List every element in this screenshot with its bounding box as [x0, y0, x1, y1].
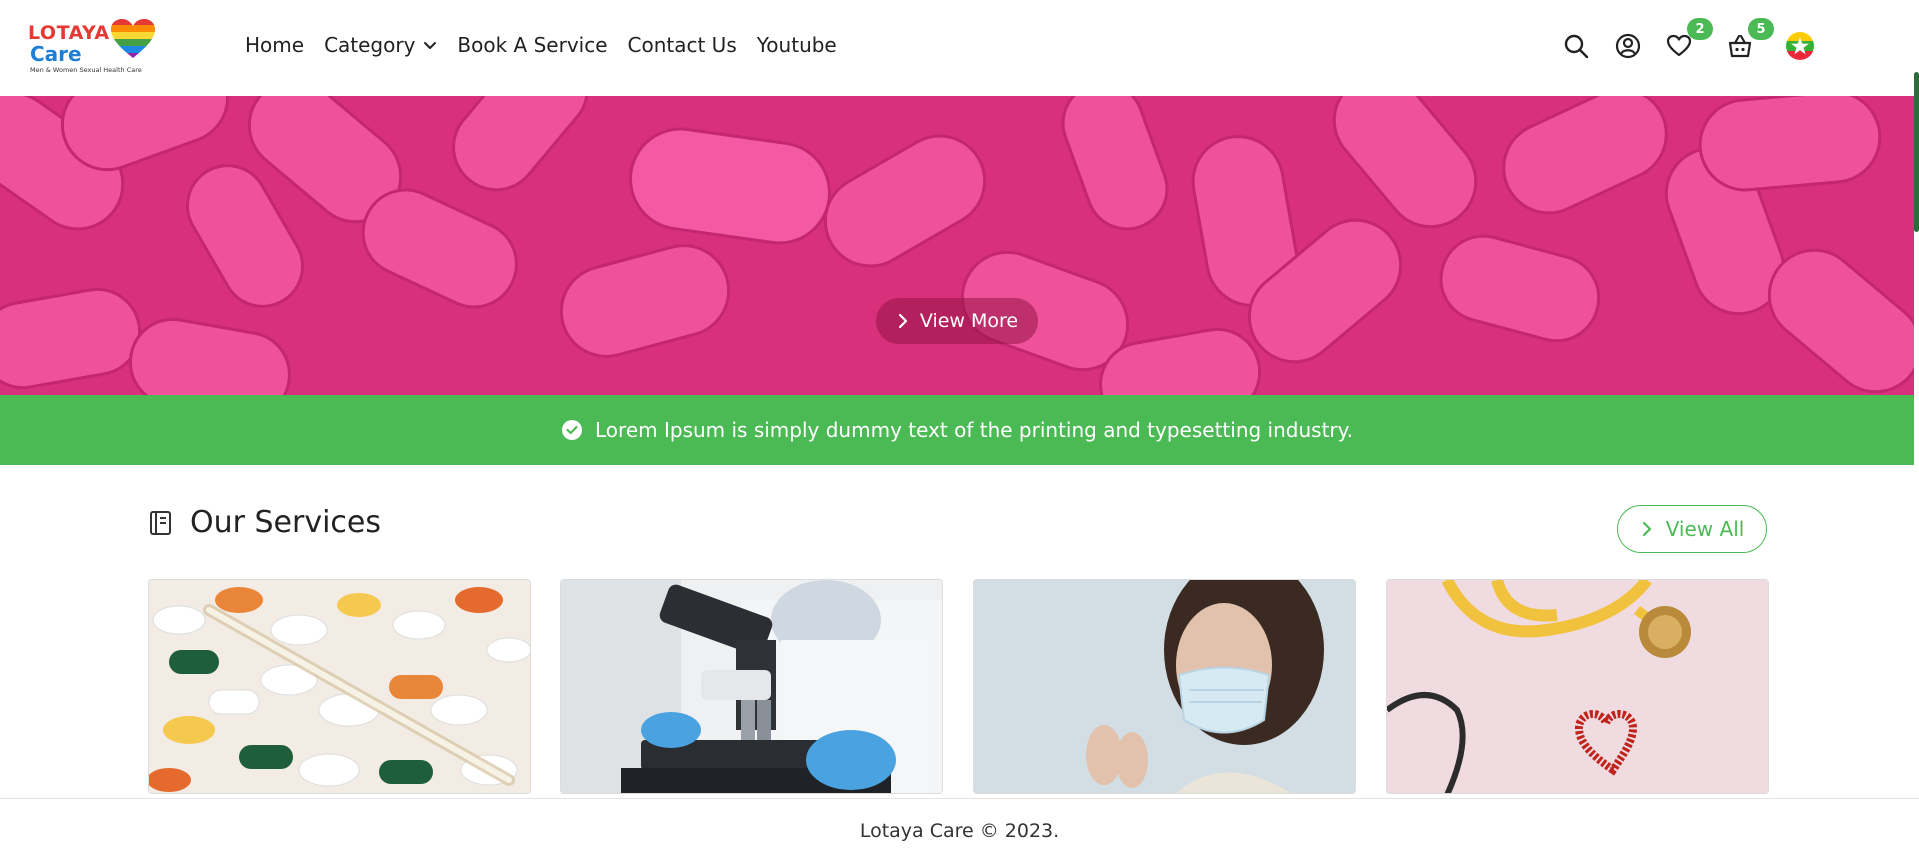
language-button[interactable] [1784, 30, 1816, 62]
nav-youtube-label: Youtube [756, 33, 837, 57]
nav-book-a-service[interactable]: Book A Service [457, 33, 607, 57]
stethoscope-heart-image [1387, 580, 1768, 793]
nav-contact-us[interactable]: Contact Us [628, 33, 737, 57]
account-icon [1615, 33, 1641, 59]
service-card[interactable] [973, 579, 1356, 794]
heart-icon [1666, 34, 1692, 57]
site-logo[interactable]: LOTAYA Care Men & Women Sexual Health Ca… [28, 18, 158, 78]
view-more-label: View More [919, 310, 1019, 332]
chevron-down-icon [424, 42, 437, 49]
nav-book-a-service-label: Book A Service [457, 33, 608, 57]
scrollbar-thumb[interactable] [1914, 72, 1919, 232]
notice-text: Lorem Ipsum is simply dummy text of the … [595, 418, 1353, 442]
nav-youtube[interactable]: Youtube [757, 33, 837, 57]
nav-category-label: Category [324, 33, 416, 57]
book-icon [150, 510, 171, 535]
site-header: LOTAYA Care Men & Women Sexual Health Ca… [0, 0, 1919, 96]
view-more-button[interactable]: View More [876, 298, 1038, 344]
chevron-right-icon [1642, 521, 1651, 537]
myanmar-flag-icon [1786, 32, 1814, 60]
services-title: Our Services [190, 505, 382, 540]
account-button[interactable] [1612, 30, 1644, 62]
basket-icon [1728, 34, 1752, 58]
service-card[interactable] [560, 579, 943, 794]
notice-bar: Lorem Ipsum is simply dummy text of the … [0, 395, 1914, 465]
services-header: Our Services [148, 505, 381, 540]
search-button[interactable] [1560, 30, 1592, 62]
site-footer: Lotaya Care © 2023. [0, 798, 1919, 863]
cart-button[interactable]: 5 [1724, 18, 1774, 62]
woman-mask-image [974, 580, 1355, 793]
view-all-button[interactable]: View All [1617, 505, 1767, 553]
wishlist-count-badge: 2 [1687, 18, 1713, 40]
nav-contact-us-label: Contact Us [627, 33, 737, 57]
rainbow-heart-icon [111, 19, 155, 58]
pills-thermometer-image [149, 580, 530, 793]
hero-banner: View More [0, 96, 1914, 395]
logo-name-line2: Care [30, 42, 82, 66]
microscope-image [561, 580, 942, 793]
nav-home-label: Home [245, 33, 305, 57]
cart-count-badge: 5 [1748, 18, 1774, 40]
nav-category[interactable]: Category [324, 33, 437, 57]
service-card[interactable] [1386, 579, 1769, 794]
check-circle-icon [562, 420, 583, 440]
chevron-right-icon [898, 313, 907, 329]
view-all-label: View All [1665, 517, 1745, 541]
wishlist-button[interactable]: 2 [1663, 18, 1713, 62]
logo-name-line1: LOTAYA [28, 22, 110, 44]
service-card[interactable] [148, 579, 531, 794]
search-icon [1564, 34, 1589, 59]
main-nav: Home Category Book A Service Contact Us … [245, 30, 857, 60]
nav-home[interactable]: Home [245, 33, 304, 57]
logo-tagline: Men & Women Sexual Health Care [30, 66, 142, 74]
pink-pills-image [0, 96, 1914, 395]
footer-copyright: Lotaya Care © 2023. [859, 820, 1060, 842]
